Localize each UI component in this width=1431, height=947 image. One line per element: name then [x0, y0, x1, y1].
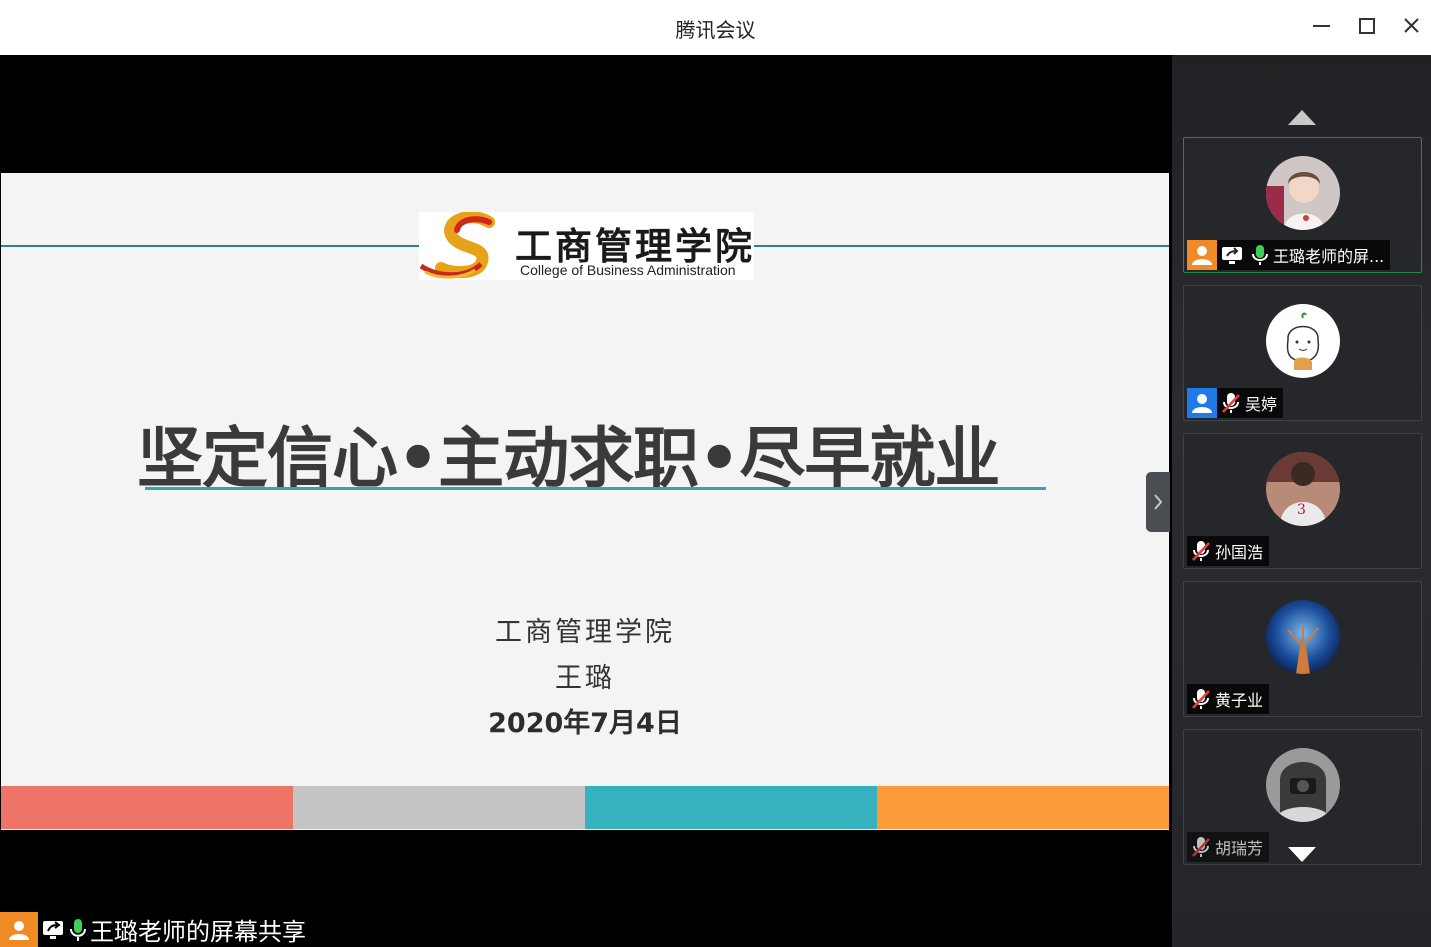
screen-share-title: 王璐老师的屏幕共享 — [90, 918, 306, 946]
participant-tile[interactable]: 3 孙国浩 — [1183, 433, 1422, 569]
color-footer-bars — [1, 786, 1169, 829]
minimize-icon — [1313, 25, 1330, 27]
participant-tile-host[interactable]: 王璐老师的屏... — [1183, 137, 1422, 273]
participant-name: 吴婷 — [1245, 395, 1278, 414]
close-button[interactable] — [1397, 12, 1427, 42]
participant-nameplate: 黄子业 — [1187, 684, 1270, 714]
participant-name: 黄子业 — [1215, 691, 1264, 710]
mic-muted-icon — [1191, 540, 1211, 562]
window-title: 腾讯会议 — [675, 18, 756, 42]
participant-nameplate: 吴婷 — [1187, 388, 1284, 418]
header-rule-right — [753, 245, 1169, 247]
slide-date: 2020年7月4日 — [488, 708, 682, 739]
mic-muted-icon — [1191, 836, 1211, 858]
college-emblem-icon — [419, 212, 495, 279]
participant-avatar — [1266, 156, 1340, 230]
screen-share-label: 王璐老师的屏幕共享 — [0, 912, 306, 947]
screen-share-icon — [42, 919, 64, 941]
participant-nameplate: 王璐老师的屏... — [1187, 240, 1391, 270]
presentation-slide: 工商管理学院 College of Business Administratio… — [1, 173, 1169, 830]
cohost-badge-icon — [1187, 388, 1217, 418]
minimize-button[interactable] — [1307, 12, 1337, 42]
participant-name: 孙国浩 — [1215, 543, 1264, 562]
mic-muted-icon — [1191, 688, 1211, 710]
participant-tile[interactable]: 黄子业 — [1183, 581, 1422, 717]
triangle-down-icon — [1288, 847, 1316, 862]
participant-nameplate: 孙国浩 — [1187, 536, 1270, 566]
footer-bar-2 — [293, 786, 585, 829]
scroll-up-button[interactable] — [1288, 108, 1316, 130]
host-badge-icon — [1187, 240, 1217, 270]
footer-bar-4 — [877, 786, 1169, 829]
participant-avatar — [1266, 748, 1340, 822]
participant-avatar: 3 — [1266, 452, 1340, 526]
footer-bar-1 — [1, 786, 293, 829]
screen-share-icon — [1221, 245, 1243, 265]
footer-bar-3 — [585, 786, 877, 829]
participant-avatar — [1266, 600, 1340, 674]
maximize-button[interactable] — [1352, 12, 1382, 42]
mic-on-icon — [1251, 244, 1269, 266]
participant-name: 王璐老师的屏... — [1273, 247, 1385, 266]
maximize-icon — [1359, 18, 1375, 34]
svg-text:3: 3 — [1297, 502, 1306, 518]
participant-name: 胡瑞芳 — [1215, 839, 1264, 858]
chevron-right-icon — [1154, 494, 1163, 510]
close-icon — [1404, 18, 1419, 33]
shared-screen-area: 工商管理学院 College of Business Administratio… — [0, 55, 1172, 947]
host-person-icon — [0, 912, 38, 947]
mic-muted-icon — [1221, 392, 1241, 414]
headline-underline — [145, 487, 1046, 490]
college-logo: 工商管理学院 College of Business Administratio… — [419, 212, 754, 280]
slide-presenter: 王璐 — [555, 663, 615, 694]
participant-avatar — [1266, 304, 1340, 378]
participant-nameplate: 胡瑞芳 — [1187, 832, 1270, 862]
scroll-down-button[interactable] — [1288, 845, 1316, 867]
slide-organization: 工商管理学院 — [495, 617, 675, 648]
window-titlebar: 腾讯会议 — [0, 0, 1431, 55]
header-rule-left — [1, 245, 419, 247]
participant-tile[interactable]: 吴婷 — [1183, 285, 1422, 421]
collapse-sidebar-handle[interactable] — [1146, 472, 1170, 532]
logo-english-name: College of Business Administration — [520, 262, 736, 278]
triangle-up-icon — [1288, 110, 1316, 125]
mic-on-icon — [68, 918, 88, 942]
